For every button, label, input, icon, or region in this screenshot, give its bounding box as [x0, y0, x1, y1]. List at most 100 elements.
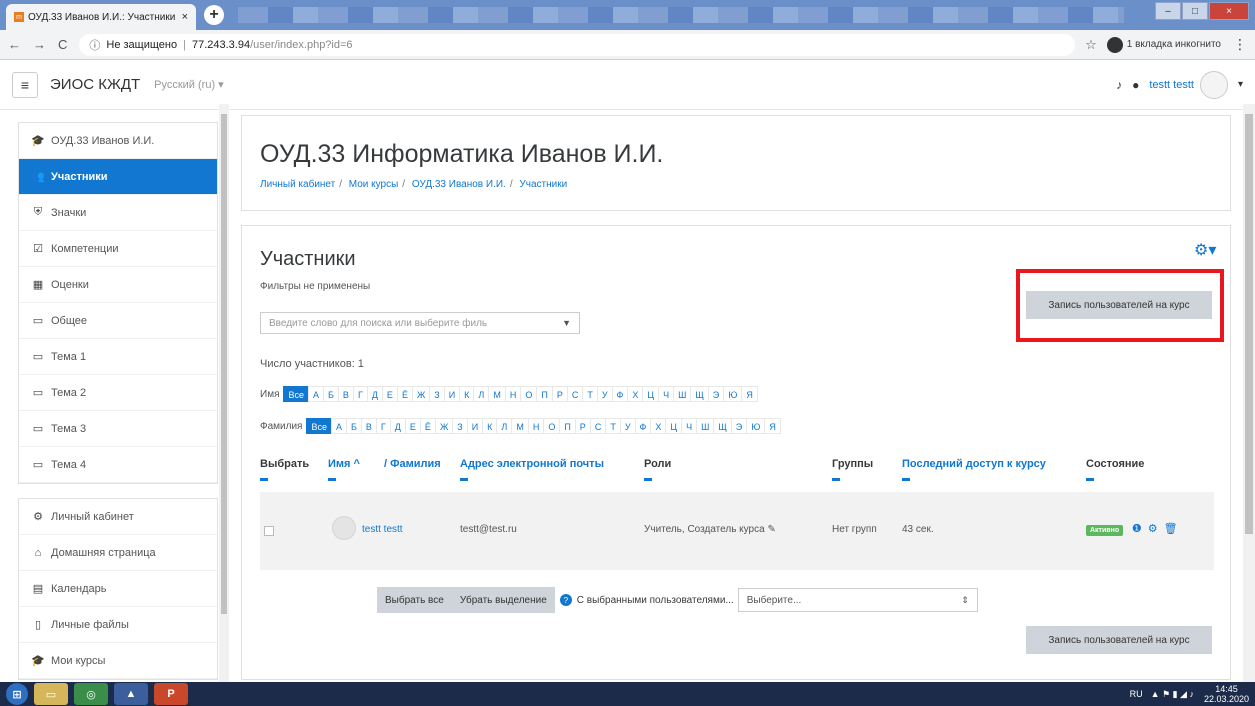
firstname-initial[interactable]: А — [308, 386, 325, 402]
column-label[interactable]: Имя ^ — [328, 458, 360, 470]
file-explorer-icon[interactable]: ▭ — [34, 683, 68, 705]
incognito-indicator[interactable]: ☆ 1 вкладка инкогнито ⋮ — [1085, 36, 1247, 53]
firstname-initial[interactable]: Э — [707, 386, 725, 402]
site-brand[interactable]: ЭИОС КЖДТ — [50, 76, 140, 93]
notification-bell-icon[interactable]: ♪ — [1116, 78, 1122, 92]
new-tab-button[interactable]: + — [204, 5, 224, 25]
initial-all[interactable]: Все — [283, 386, 309, 402]
lastname-initial[interactable]: Х — [650, 418, 667, 434]
start-button-icon[interactable]: ⊞ — [6, 683, 28, 705]
firstname-initial[interactable]: Ё — [396, 386, 413, 402]
lastname-initial[interactable]: И — [466, 418, 484, 434]
lastname-initial[interactable]: В — [360, 418, 377, 434]
user-name-link[interactable]: testt testt — [362, 524, 403, 535]
lastname-initial[interactable]: Ш — [696, 418, 715, 434]
checkbox[interactable] — [264, 526, 274, 536]
close-tab-icon[interactable]: × — [182, 11, 188, 23]
chrome-icon[interactable]: ◎ — [74, 683, 108, 705]
avatar[interactable] — [332, 516, 356, 540]
firstname-initial[interactable]: Е — [381, 386, 398, 402]
lastname-initial[interactable]: С — [589, 418, 607, 434]
user-name[interactable]: testt testt — [1149, 79, 1194, 91]
lastname-initial[interactable]: А — [330, 418, 347, 434]
lastname-initial[interactable]: Т — [605, 418, 621, 434]
messages-icon[interactable]: ● — [1132, 78, 1139, 92]
info-icon[interactable]: ❶ — [1132, 522, 1142, 535]
firstname-initial[interactable]: З — [429, 386, 445, 402]
breadcrumb-item[interactable]: Участники — [519, 179, 567, 190]
column-firstname[interactable]: Имя ^ — [328, 458, 360, 481]
enrol-users-button-bottom[interactable]: Запись пользователей на курс — [1026, 626, 1212, 654]
column-label[interactable]: / Фамилия — [384, 458, 441, 470]
firstname-initial[interactable]: Щ — [690, 386, 709, 402]
firstname-initial[interactable]: И — [443, 386, 461, 402]
drawer-item-topic-2[interactable]: ▭ Тема 2 — [19, 375, 217, 411]
collapse-icon[interactable] — [1086, 478, 1094, 481]
column-email[interactable]: Адрес электронной почты — [460, 458, 604, 481]
collapse-icon[interactable] — [644, 478, 652, 481]
avatar[interactable] — [1199, 70, 1228, 99]
chevron-down-icon[interactable]: ▾ — [1238, 79, 1243, 90]
lastname-initial[interactable]: Ц — [665, 418, 683, 434]
lastname-initial[interactable]: П — [559, 418, 576, 434]
firstname-initial[interactable]: Н — [504, 386, 522, 402]
drawer-item-topic-4[interactable]: ▭ Тема 4 — [19, 447, 217, 483]
firstname-initial[interactable]: Т — [582, 386, 598, 402]
firstname-initial[interactable]: П — [536, 386, 553, 402]
column-lastname[interactable]: / Фамилия — [384, 458, 441, 470]
lastname-initial[interactable]: Б — [346, 418, 362, 434]
firstname-initial[interactable]: С — [566, 386, 584, 402]
info-icon[interactable]: ⓘ — [89, 37, 100, 53]
firstname-initial[interactable]: О — [520, 386, 538, 402]
firstname-initial[interactable]: Р — [551, 386, 568, 402]
column-label[interactable]: Адрес электронной почты — [460, 458, 604, 470]
lastname-initial[interactable]: Ё — [419, 418, 436, 434]
lastname-initial[interactable]: М — [511, 418, 529, 434]
firstname-initial[interactable]: К — [459, 386, 475, 402]
firstname-initial[interactable]: Д — [366, 386, 383, 402]
firstname-initial[interactable]: Ч — [658, 386, 675, 402]
lastname-initial[interactable]: Д — [389, 418, 406, 434]
firstname-initial[interactable]: Ц — [642, 386, 660, 402]
firstname-initial[interactable]: Г — [352, 386, 368, 402]
clock[interactable]: 14:45 22.03.2020 — [1204, 684, 1249, 704]
gear-icon[interactable]: ⚙ — [1148, 522, 1158, 535]
lastname-initial[interactable]: Ф — [634, 418, 652, 434]
browser-menu-icon[interactable]: ⋮ — [1233, 36, 1247, 53]
gear-icon[interactable]: ⚙▾ — [1194, 240, 1216, 260]
initial-all[interactable]: Все — [306, 418, 332, 434]
lastname-initial[interactable]: Н — [527, 418, 545, 434]
forward-arrow-icon[interactable]: → — [33, 37, 46, 52]
lastname-initial[interactable]: Ю — [746, 418, 766, 434]
firstname-initial[interactable]: Л — [473, 386, 490, 402]
language-indicator[interactable]: RU — [1130, 689, 1143, 699]
drawer-item-files[interactable]: ▯ Личные файлы — [19, 607, 217, 643]
firstname-initial[interactable]: Я — [741, 386, 758, 402]
lastname-initial[interactable]: Ж — [434, 418, 454, 434]
select-all-button[interactable]: Выбрать все — [377, 587, 452, 613]
trash-icon[interactable]: 🗑 — [1164, 522, 1178, 535]
tray-icons[interactable]: ▲ ⚑ ▮ ◢ ♪ — [1151, 689, 1194, 700]
scrollbar-thumb[interactable] — [1245, 114, 1253, 534]
firstname-initial[interactable]: Х — [627, 386, 644, 402]
page-scrollbar[interactable] — [1243, 104, 1255, 684]
drawer-item-topic-3[interactable]: ▭ Тема 3 — [19, 411, 217, 447]
drawer-item-participants[interactable]: 👥 Участники — [19, 159, 217, 195]
drawer-item-topic-1[interactable]: ▭ Тема 1 — [19, 339, 217, 375]
hamburger-menu-icon[interactable]: ≡ — [12, 71, 38, 98]
breadcrumb-item[interactable]: Личный кабинет — [260, 179, 335, 190]
search-input[interactable]: Введите слово для поиска или выберите фи… — [260, 312, 580, 334]
enrol-users-button[interactable]: Запись пользователей на курс — [1026, 291, 1212, 319]
deselect-all-button[interactable]: Убрать выделение — [451, 587, 555, 613]
browser-tab[interactable]: m ОУД.33 Иванов И.И.: Участники × — [6, 4, 196, 30]
breadcrumb-item[interactable]: ОУД.33 Иванов И.И. — [412, 179, 506, 190]
drawer-scrollbar[interactable] — [219, 104, 229, 684]
lastname-initial[interactable]: Щ — [713, 418, 732, 434]
app-icon[interactable]: ▲ — [114, 683, 148, 705]
scrollbar-thumb[interactable] — [221, 114, 227, 614]
row-checkbox[interactable] — [264, 526, 274, 536]
lastname-initial[interactable]: З — [452, 418, 468, 434]
firstname-initial[interactable]: М — [488, 386, 506, 402]
bookmark-star-icon[interactable]: ☆ — [1085, 37, 1097, 53]
lastname-initial[interactable]: О — [543, 418, 561, 434]
